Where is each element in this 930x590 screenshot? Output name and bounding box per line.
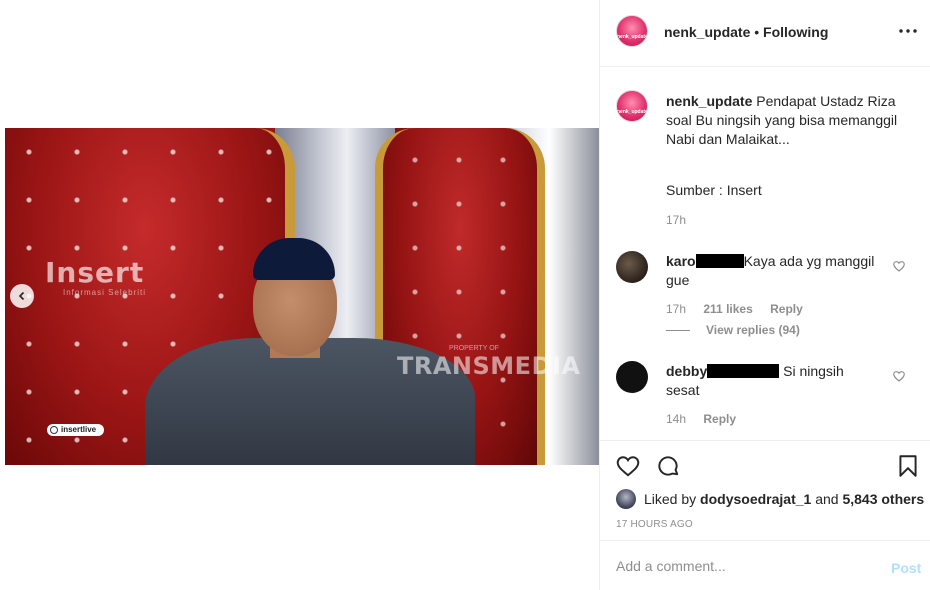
watermark-insert: Insert bbox=[45, 256, 145, 289]
comment-icon[interactable] bbox=[655, 453, 681, 479]
caption-avatar[interactable]: nenk_update bbox=[616, 90, 648, 122]
avatar-text: nenk_update bbox=[617, 109, 648, 115]
comment-meta: 17h 211 likes Reply bbox=[666, 302, 817, 316]
comment-avatar[interactable] bbox=[616, 361, 648, 393]
post-actions: Liked by dodysoedrajat_1 and 5,843 other… bbox=[600, 440, 930, 540]
heart-icon[interactable] bbox=[615, 453, 641, 479]
header-author-line: nenk_update • Following bbox=[664, 24, 828, 40]
bookmark-icon[interactable] bbox=[895, 453, 921, 479]
watermark-property: PROPERTY OF bbox=[449, 345, 499, 352]
liker-avatar[interactable] bbox=[616, 489, 636, 509]
live-tag: insertlive bbox=[47, 424, 105, 436]
add-comment-bar: Post bbox=[600, 540, 930, 590]
comment-username: debby bbox=[666, 363, 708, 379]
media-area: Insert Informasi Selebriti PROPERTY OF T… bbox=[0, 0, 599, 590]
live-tag-icon bbox=[50, 426, 58, 434]
comment-username: karo bbox=[666, 253, 696, 269]
comment-like-icon[interactable] bbox=[892, 369, 906, 383]
comment-username-link[interactable]: debby bbox=[666, 363, 780, 379]
following-button[interactable]: Following bbox=[763, 24, 828, 40]
post-timestamp[interactable]: 17 HOURS AGO bbox=[616, 519, 693, 530]
likes-others-link[interactable]: 5,843 others bbox=[842, 491, 924, 507]
comment-like-icon[interactable] bbox=[892, 259, 906, 273]
comment-time[interactable]: 17h bbox=[666, 302, 686, 316]
likes-summary: Liked by dodysoedrajat_1 and 5,843 other… bbox=[616, 489, 924, 509]
previous-button[interactable] bbox=[10, 284, 34, 308]
author-username-link[interactable]: nenk_update bbox=[664, 24, 750, 40]
comment-text: karo Kaya ada yg manggil gue bbox=[666, 252, 881, 290]
avatar-text: nenk_update bbox=[617, 34, 648, 40]
comment-input[interactable] bbox=[616, 555, 866, 577]
caption-source: Sumber : Insert bbox=[666, 182, 762, 198]
comment-meta: 14h Reply bbox=[666, 412, 750, 426]
view-replies-label: View replies (94) bbox=[706, 323, 800, 337]
comment-likes-count[interactable]: 211 likes bbox=[703, 302, 752, 316]
watermark-transmedia: TRANSMEDIA bbox=[397, 352, 581, 380]
author-avatar[interactable]: nenk_update bbox=[616, 15, 648, 47]
comment-avatar[interactable] bbox=[616, 251, 648, 283]
caption-text: nenk_update Pendapat Ustadz Riza soal Bu… bbox=[666, 92, 916, 149]
video-player[interactable]: Insert Informasi Selebriti PROPERTY OF T… bbox=[5, 128, 599, 465]
view-replies-button[interactable]: View replies (94) bbox=[666, 323, 800, 337]
post-panel: nenk_update nenk_update • Following nenk… bbox=[599, 0, 930, 590]
replies-divider-line bbox=[666, 330, 690, 332]
post-comment-button[interactable]: Post bbox=[891, 560, 921, 576]
header-separator: • bbox=[754, 24, 760, 40]
comment-reply-button[interactable]: Reply bbox=[703, 412, 736, 426]
live-tag-label: insertlive bbox=[61, 425, 97, 434]
redaction-bar bbox=[707, 364, 780, 378]
caption-username-link[interactable]: nenk_update bbox=[666, 93, 752, 109]
comment-reply-button[interactable]: Reply bbox=[770, 302, 803, 316]
liker-username-link[interactable]: dodysoedrajat_1 bbox=[700, 491, 811, 507]
chevron-left-icon bbox=[18, 291, 25, 301]
more-horizontal-icon bbox=[899, 29, 917, 33]
comment-username-link[interactable]: karo bbox=[666, 253, 744, 269]
caption-time[interactable]: 17h bbox=[666, 213, 686, 227]
comment-text: debby Si ningsih sesat bbox=[666, 362, 881, 400]
likes-prefix: Liked by bbox=[644, 491, 697, 507]
likes-conj: and bbox=[815, 491, 839, 507]
watermark-insert-sub: Informasi Selebriti bbox=[63, 288, 147, 297]
post-header: nenk_update nenk_update • Following bbox=[600, 0, 930, 67]
comment-time[interactable]: 14h bbox=[666, 412, 686, 426]
more-options-button[interactable] bbox=[898, 22, 922, 42]
redaction-bar bbox=[695, 254, 744, 268]
